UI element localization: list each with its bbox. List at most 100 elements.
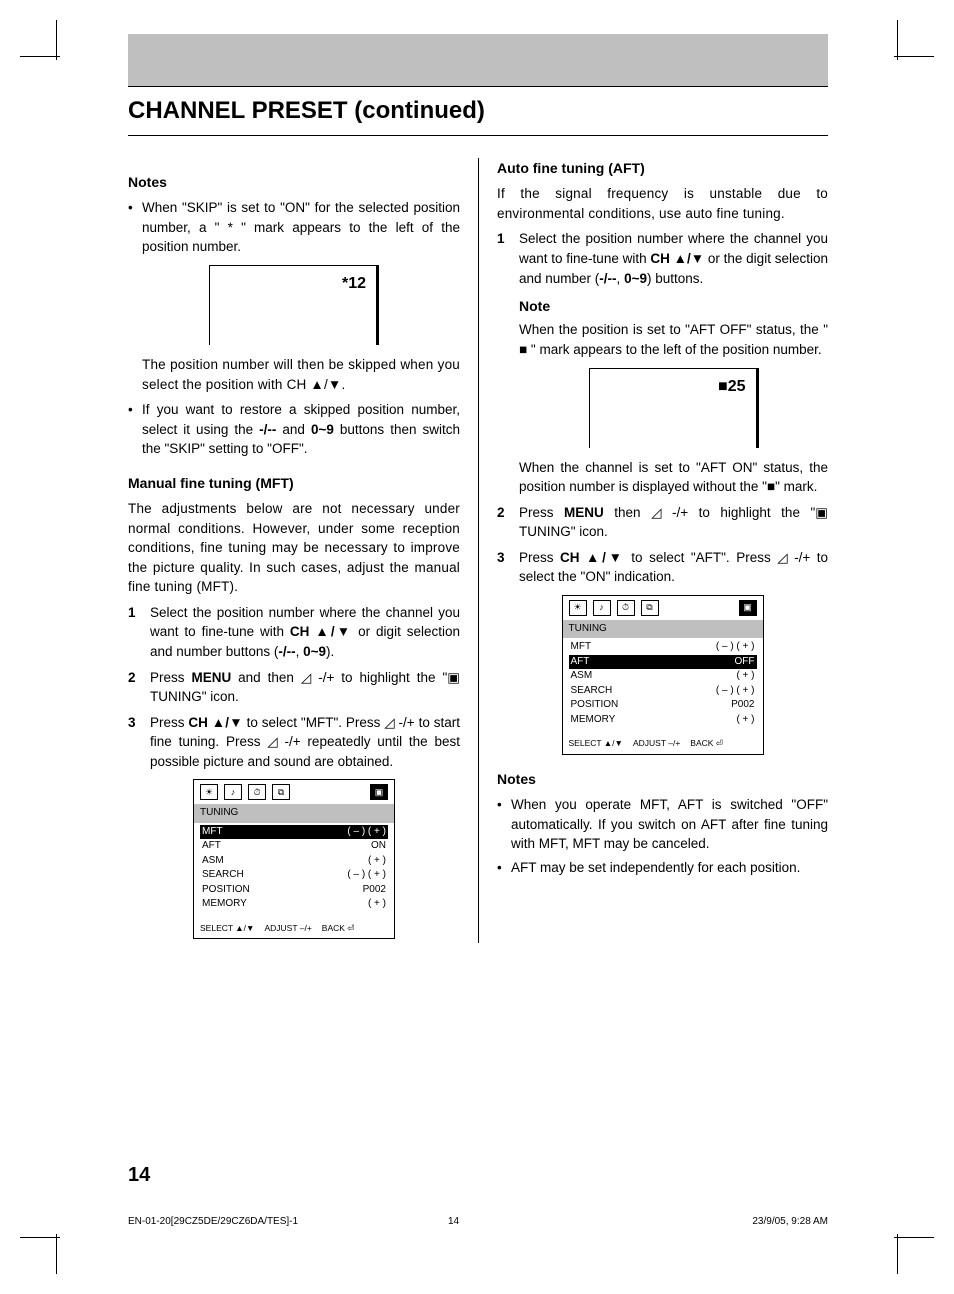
screen-text: *12: [342, 275, 366, 292]
osd-label: AFT: [202, 839, 221, 854]
osd-label: POSITION: [571, 698, 619, 713]
osd-row: SEARCH( – ) ( + ): [569, 684, 757, 699]
osd-value: ( – ) ( + ): [347, 868, 386, 883]
print-footer: EN-01-20[29CZ5DE/29CZ6DA/TES]-1 14 23/9/…: [128, 1216, 828, 1227]
osd-row: MEMORY ( + ): [569, 713, 757, 728]
notes-heading: Notes: [128, 172, 460, 192]
note-text: When "SKIP" is set to "ON" for the selec…: [142, 198, 460, 257]
step-number: 2: [128, 668, 150, 707]
note-text: The position number will then be skipped…: [128, 355, 460, 394]
bullet-mark: •: [497, 795, 511, 854]
note-bullet: • When you operate MFT, AFT is switched …: [497, 795, 828, 854]
osd-value: P002: [731, 698, 754, 713]
bullet-mark: •: [128, 198, 142, 257]
footer-file: EN-01-20[29CZ5DE/29CZ6DA/TES]-1: [128, 1216, 448, 1227]
tuning-icon: ▣: [370, 784, 388, 800]
screen-text: ■25: [718, 378, 745, 395]
step-text: Press CH ▲/▼ to select "AFT". Press ◿ -/…: [519, 548, 828, 587]
osd-menu-aft: ☀ ♪ ⏱ ⧉ ▣ TUNING MFT ( – ) ( + ) AFTOFF A…: [562, 595, 764, 755]
osd-label: MFT: [202, 825, 223, 840]
osd-foot-select: SELECT ▲/▼: [200, 922, 254, 934]
crop-mark: [894, 20, 934, 60]
footer-page: 14: [448, 1216, 508, 1227]
osd-row: MFT ( – ) ( + ): [200, 825, 388, 840]
pip-icon: ⧉: [641, 600, 659, 616]
step-number: 1: [497, 229, 519, 496]
osd-row: SEARCH ( – ) ( + ): [200, 868, 388, 883]
osd-value: ( – ) ( + ): [347, 825, 386, 840]
step-number: 3: [497, 548, 519, 587]
aft-intro: If the signal frequency is unstable due …: [497, 184, 828, 223]
osd-row: ASM ( + ): [200, 854, 388, 869]
osd-label: MEMORY: [202, 897, 247, 912]
mft-intro: The adjustments below are not necessary …: [128, 499, 460, 597]
osd-value: ( – ) ( + ): [716, 684, 755, 699]
osd-row: ASM ( + ): [569, 669, 757, 684]
footer-date: 23/9/05, 9:28 AM: [508, 1216, 828, 1227]
bullet-mark: •: [497, 858, 511, 878]
osd-label: AFT: [571, 655, 590, 670]
osd-value: ( + ): [736, 669, 754, 684]
osd-label: MEMORY: [571, 713, 616, 728]
step-text: Press CH ▲/▼ to select "MFT". Press ◿ -/…: [150, 713, 460, 772]
brightness-icon: ☀: [200, 784, 218, 800]
page-title: CHANNEL PRESET (continued): [128, 97, 485, 124]
note-bullet: • When "SKIP" is set to "ON" for the sel…: [128, 198, 460, 257]
tv-screen-skip: *12: [209, 265, 379, 345]
tv-screen-aft: ■25: [589, 368, 759, 448]
step-1: 1 Select the position number where the c…: [128, 603, 460, 662]
step-3: 3 Press CH ▲/▼ to select "MFT". Press ◿ …: [128, 713, 460, 772]
step-2: 2 Press MENU and then ◿ -/+ to highlight…: [128, 668, 460, 707]
step-number: 3: [128, 713, 150, 772]
osd-label: MFT: [571, 640, 592, 655]
mft-heading: Manual fine tuning (MFT): [128, 473, 460, 493]
aft-heading: Auto fine tuning (AFT): [497, 158, 828, 178]
left-column: Notes • When "SKIP" is set to "ON" for t…: [128, 158, 478, 943]
osd-menu-mft: ☀ ♪ ⏱ ⧉ ▣ TUNING MFT( – ) ( + ) AFTON AS…: [193, 779, 395, 939]
osd-foot-back: BACK ⏎: [322, 922, 355, 934]
osd-iconrow: ☀ ♪ ⏱ ⧉ ▣: [563, 596, 763, 620]
osd-row: AFTON: [200, 839, 388, 854]
step-text: Press MENU and then ◿ -/+ to highlight t…: [150, 668, 460, 707]
content-columns: Notes • When "SKIP" is set to "ON" for t…: [128, 158, 828, 943]
sound-icon: ♪: [224, 784, 242, 800]
note-text: When the position is set to "AFT OFF" st…: [519, 320, 828, 359]
step-1: 1 Select the position number where the c…: [497, 229, 828, 496]
osd-footer: SELECT ▲/▼ ADJUST –/+ BACK ⏎: [563, 733, 763, 753]
osd-footer: SELECT ▲/▼ ADJUST –/+ BACK ⏎: [194, 918, 394, 938]
note-text: When the channel is set to "AFT ON" stat…: [519, 458, 828, 497]
step-text: Select the position number where the cha…: [519, 229, 828, 496]
osd-value: ( + ): [368, 854, 386, 869]
osd-foot-adjust: ADJUST –/+: [264, 922, 311, 934]
osd-value: ( – ) ( + ): [716, 640, 755, 655]
notes-heading: Notes: [497, 769, 828, 789]
osd-row: POSITION P002: [569, 698, 757, 713]
osd-foot-adjust: ADJUST –/+: [633, 737, 680, 749]
note-bullet: • AFT may be set independently for each …: [497, 858, 828, 878]
osd-title: TUNING: [563, 620, 763, 639]
note-text: AFT may be set independently for each po…: [511, 858, 828, 878]
pip-icon: ⧉: [272, 784, 290, 800]
step-number: 1: [128, 603, 150, 662]
step-text: Press MENU then ◿ -/+ to highlight the "…: [519, 503, 828, 542]
osd-row: AFTOFF: [569, 655, 757, 670]
osd-value: ( + ): [736, 713, 754, 728]
step-number: 2: [497, 503, 519, 542]
title-section: CHANNEL PRESET (continued): [128, 86, 828, 136]
right-column: Auto fine tuning (AFT) If the signal fre…: [478, 158, 828, 943]
osd-label: ASM: [571, 669, 593, 684]
crop-mark: [20, 20, 60, 60]
crop-mark: [894, 1234, 934, 1274]
osd-label: SEARCH: [202, 868, 244, 883]
clock-icon: ⏱: [248, 784, 266, 800]
note-text: If you want to restore a skipped positio…: [142, 400, 460, 459]
note-bullet: • If you want to restore a skipped posit…: [128, 400, 460, 459]
osd-label: ASM: [202, 854, 224, 869]
step-text: Select the position number where the cha…: [150, 603, 460, 662]
osd-value: P002: [363, 883, 386, 898]
step-2: 2 Press MENU then ◿ -/+ to highlight the…: [497, 503, 828, 542]
crop-mark: [20, 1234, 60, 1274]
osd-row: MFT ( – ) ( + ): [569, 640, 757, 655]
osd-body: MFT ( – ) ( + ) AFTOFF ASM ( + ) SEARCH( –…: [563, 638, 763, 733]
sound-icon: ♪: [593, 600, 611, 616]
